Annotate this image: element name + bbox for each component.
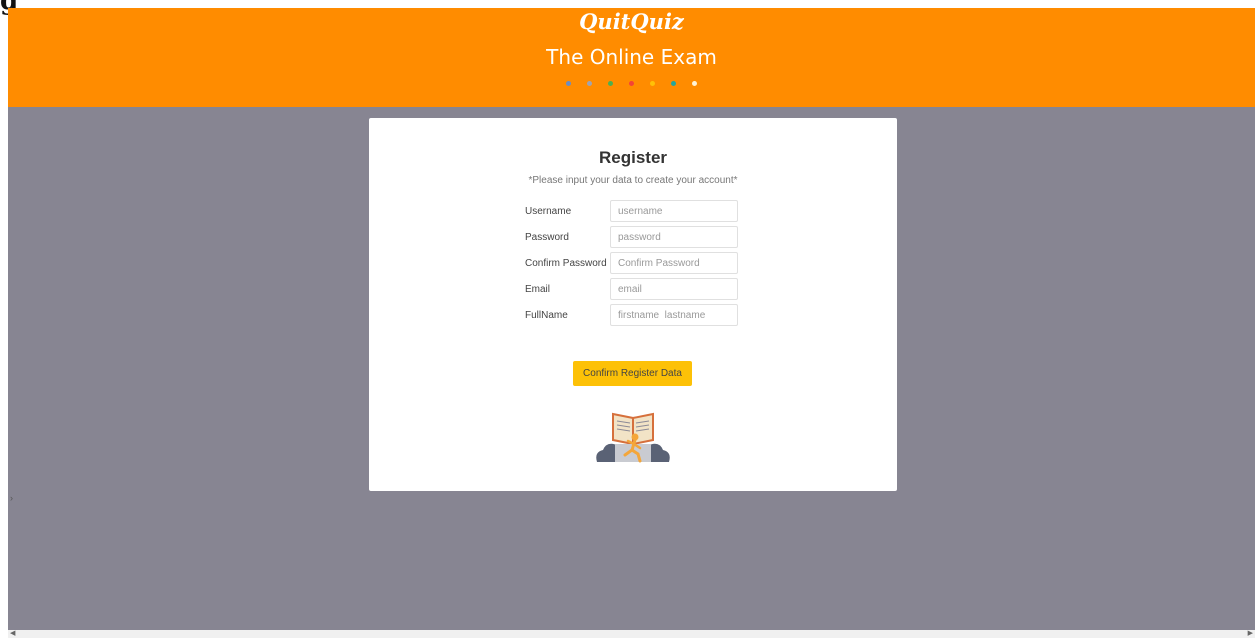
color-dot: [650, 81, 655, 86]
confirm-password-input[interactable]: [610, 252, 738, 274]
email-input[interactable]: [610, 278, 738, 300]
brand-logo: QuitQuiz: [579, 9, 684, 34]
username-label: Username: [525, 206, 572, 217]
header-bar: QuitQuiz The Online Exam: [8, 8, 1255, 107]
username-input[interactable]: [610, 200, 738, 222]
color-dot: [629, 81, 634, 86]
chevron-right-icon: ›: [10, 493, 13, 503]
color-dot: [608, 81, 613, 86]
fullname-input[interactable]: [610, 304, 738, 326]
scroll-left-arrow-icon[interactable]: ◀: [10, 629, 15, 637]
password-input[interactable]: [610, 226, 738, 248]
color-dot: [587, 81, 592, 86]
password-label: Password: [525, 232, 569, 243]
reading-student-book-icon: [596, 412, 670, 463]
color-dot: [692, 81, 697, 86]
color-dot: [566, 81, 571, 86]
register-title: Register: [598, 148, 668, 167]
page-viewport: QuitQuiz The Online Exam › Register *Ple…: [8, 8, 1255, 630]
confirm-password-label: Confirm Password: [525, 258, 607, 269]
color-dot: [671, 81, 676, 86]
scroll-right-arrow-icon[interactable]: ▶: [1248, 629, 1253, 637]
email-label: Email: [525, 284, 551, 295]
register-card: Register *Please input your data to crea…: [369, 118, 897, 491]
page-subtitle: The Online Exam: [546, 45, 717, 69]
register-hint: *Please input your data to create your a…: [528, 175, 738, 186]
confirm-register-button[interactable]: Confirm Register Data: [573, 361, 692, 386]
fullname-label: FullName: [525, 310, 568, 321]
horizontal-scrollbar[interactable]: ◀ ▶: [8, 630, 1255, 638]
color-dots: [8, 81, 1255, 86]
